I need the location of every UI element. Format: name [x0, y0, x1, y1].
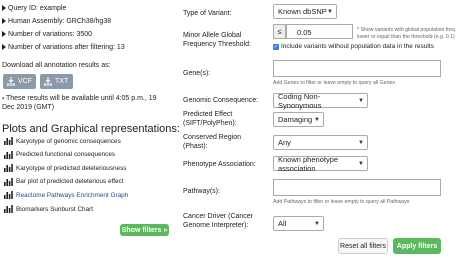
download-label: Download all annotation results as:	[2, 62, 111, 69]
checkbox-checked-icon[interactable]: ✓	[273, 43, 279, 50]
chevron-down-icon: ▼	[358, 139, 364, 146]
vcf-download-button[interactable]: VCF	[3, 74, 36, 89]
conserved-region-label-line1: Conserved Region	[183, 134, 241, 141]
plot-item-label: Biomarkers Sunburst Chart	[16, 205, 94, 213]
bar-chart-icon	[4, 177, 13, 186]
type-of-variant-label: Type of Variant:	[183, 10, 232, 17]
availability-line1: These results will be available until 4:…	[5, 95, 157, 102]
cancer-driver-label-line2: Genome Interpreter):	[183, 222, 249, 229]
conserved-region-value: Any	[278, 138, 291, 147]
phenotype-select[interactable]: Known phenotype association ▼	[273, 154, 368, 173]
chevron-down-icon: ▼	[327, 8, 333, 15]
txt-label: TXT	[55, 78, 69, 85]
plot-item[interactable]: Predicted functional consequences	[4, 150, 116, 159]
predicted-effect-label-line2: (SIFT/PolyPhen):	[183, 120, 237, 127]
num-variations: Number of variations: 3500	[2, 31, 92, 38]
pathways-input[interactable]	[273, 179, 441, 196]
chevron-down-icon: ▼	[358, 160, 364, 167]
bar-chart-icon	[4, 164, 13, 173]
num-after-filter-text: Number of variations after filtering: 13	[8, 44, 125, 51]
type-of-variant-value: Known dbSNP	[278, 7, 327, 16]
bullet-arrow-icon	[2, 31, 6, 38]
conserved-region-label-line2: (Phast):	[183, 143, 208, 150]
reactome-icon	[4, 191, 13, 200]
download-icon	[44, 77, 52, 86]
maf-hint-line2: lower or equal than the threshold (e.g. …	[357, 34, 455, 40]
availability-note-line2: Dec 2019 (GMT)	[2, 104, 55, 111]
txt-download-button[interactable]: TXT	[40, 74, 73, 89]
type-of-variant-select[interactable]: Known dbSNP ▼	[273, 4, 337, 19]
cancer-driver-label: Cancer Driver (Cancer Genome Interpreter…	[183, 212, 253, 230]
predicted-effect-label: Predicted Effect (SIFT/PolyPhen):	[183, 110, 237, 128]
chevron-down-icon: ▼	[314, 116, 320, 123]
maf-label: Minor Allele Global Frequency Threshold:	[183, 31, 251, 49]
pathways-label: Pathway(s):	[183, 188, 220, 195]
maf-threshold-input[interactable]: 0.05	[286, 24, 353, 39]
plot-item-label: Karyotype of predicted deleteriousness	[16, 164, 127, 172]
availability-note: ▪ These results will be available until …	[2, 95, 157, 102]
plot-item-label: Predicted functional consequences	[16, 151, 116, 159]
num-after-filter: Number of variations after filtering: 13	[2, 44, 125, 51]
bullet-arrow-icon	[2, 5, 6, 12]
plot-item-label: Reactome Pathways Enrichment Graph	[16, 191, 129, 199]
chevron-down-icon: ▼	[358, 97, 364, 104]
plot-item[interactable]: Karyotype of predicted deleteriousness	[4, 164, 127, 173]
conserved-region-select[interactable]: Any ▼	[273, 135, 368, 150]
genomic-consequence-label: Genomic Consequence:	[183, 97, 259, 104]
assembly-text: Human Assembly: GRCh38/hg38	[8, 18, 112, 25]
bullet-arrow-icon	[2, 44, 6, 51]
show-filters-button[interactable]: Show filters »	[120, 224, 169, 236]
phenotype-label: Phenotype Association:	[183, 161, 256, 168]
bullet-arrow-icon	[2, 18, 6, 25]
maf-hint-line1: * Show variants with global population f…	[357, 27, 457, 33]
include-no-population: ✓ Include variants without population da…	[273, 43, 434, 50]
vcf-label: VCF	[18, 78, 32, 85]
assembly: Human Assembly: GRCh38/hg38	[2, 18, 111, 25]
plot-item[interactable]: Biomarkers Sunburst Chart	[4, 205, 93, 213]
predicted-effect-label-line1: Predicted Effect	[183, 111, 233, 118]
chevron-down-icon: ▼	[314, 220, 320, 227]
maf-label-line1: Minor Allele Global	[183, 32, 242, 39]
maf-operator: ≤	[273, 24, 286, 39]
plot-item-label: Karyotype of genomic consequences	[16, 137, 121, 145]
download-icon	[7, 77, 15, 86]
query-id: Query ID: example	[2, 5, 66, 12]
bar-chart-icon	[4, 205, 13, 213]
pathways-hint: Add Pathways to filter or leave empty to…	[273, 199, 410, 205]
genomic-consequence-select[interactable]: Coding Non-Synonymous ▼	[273, 91, 368, 110]
include-no-population-label: Include variants without population data…	[281, 43, 434, 50]
genomic-consequence-value: Coding Non-Synonymous	[278, 91, 322, 110]
cancer-driver-value: All	[278, 219, 287, 228]
genes-hint: Add Genes to filter or leave empty to qu…	[273, 80, 395, 86]
cancer-driver-select[interactable]: All ▼	[273, 216, 324, 231]
phenotype-value: Known phenotype association	[278, 154, 339, 173]
maf-label-line2: Frequency Threshold:	[183, 41, 251, 48]
plot-item[interactable]: Bar plot of predicted deleterious effect	[4, 177, 124, 186]
genes-label: Gene(s):	[183, 70, 211, 77]
genes-input[interactable]	[273, 60, 441, 77]
cancer-driver-label-line1: Cancer Driver (Cancer	[183, 213, 254, 220]
bar-chart-icon	[4, 137, 13, 145]
num-variations-text: Number of variations: 3500	[8, 31, 93, 38]
predicted-effect-value: Damaging	[278, 115, 313, 124]
bullet-icon: ▪	[2, 96, 5, 102]
plot-item[interactable]: Karyotype of genomic consequences	[4, 137, 121, 145]
conserved-region-label: Conserved Region (Phast):	[183, 133, 241, 151]
predicted-effect-select[interactable]: Damaging ▼	[273, 112, 324, 127]
apply-filters-button[interactable]: Apply filters	[393, 238, 441, 254]
reset-filters-button[interactable]: Reset all filters	[338, 238, 388, 254]
plots-title: Plots and Graphical representations:	[2, 123, 180, 135]
plot-item[interactable]: Reactome Pathways Enrichment Graph	[4, 191, 129, 200]
bar-chart-icon	[4, 150, 13, 159]
query-id-text: Query ID: example	[8, 5, 67, 12]
plot-item-label: Bar plot of predicted deleterious effect	[16, 178, 124, 186]
